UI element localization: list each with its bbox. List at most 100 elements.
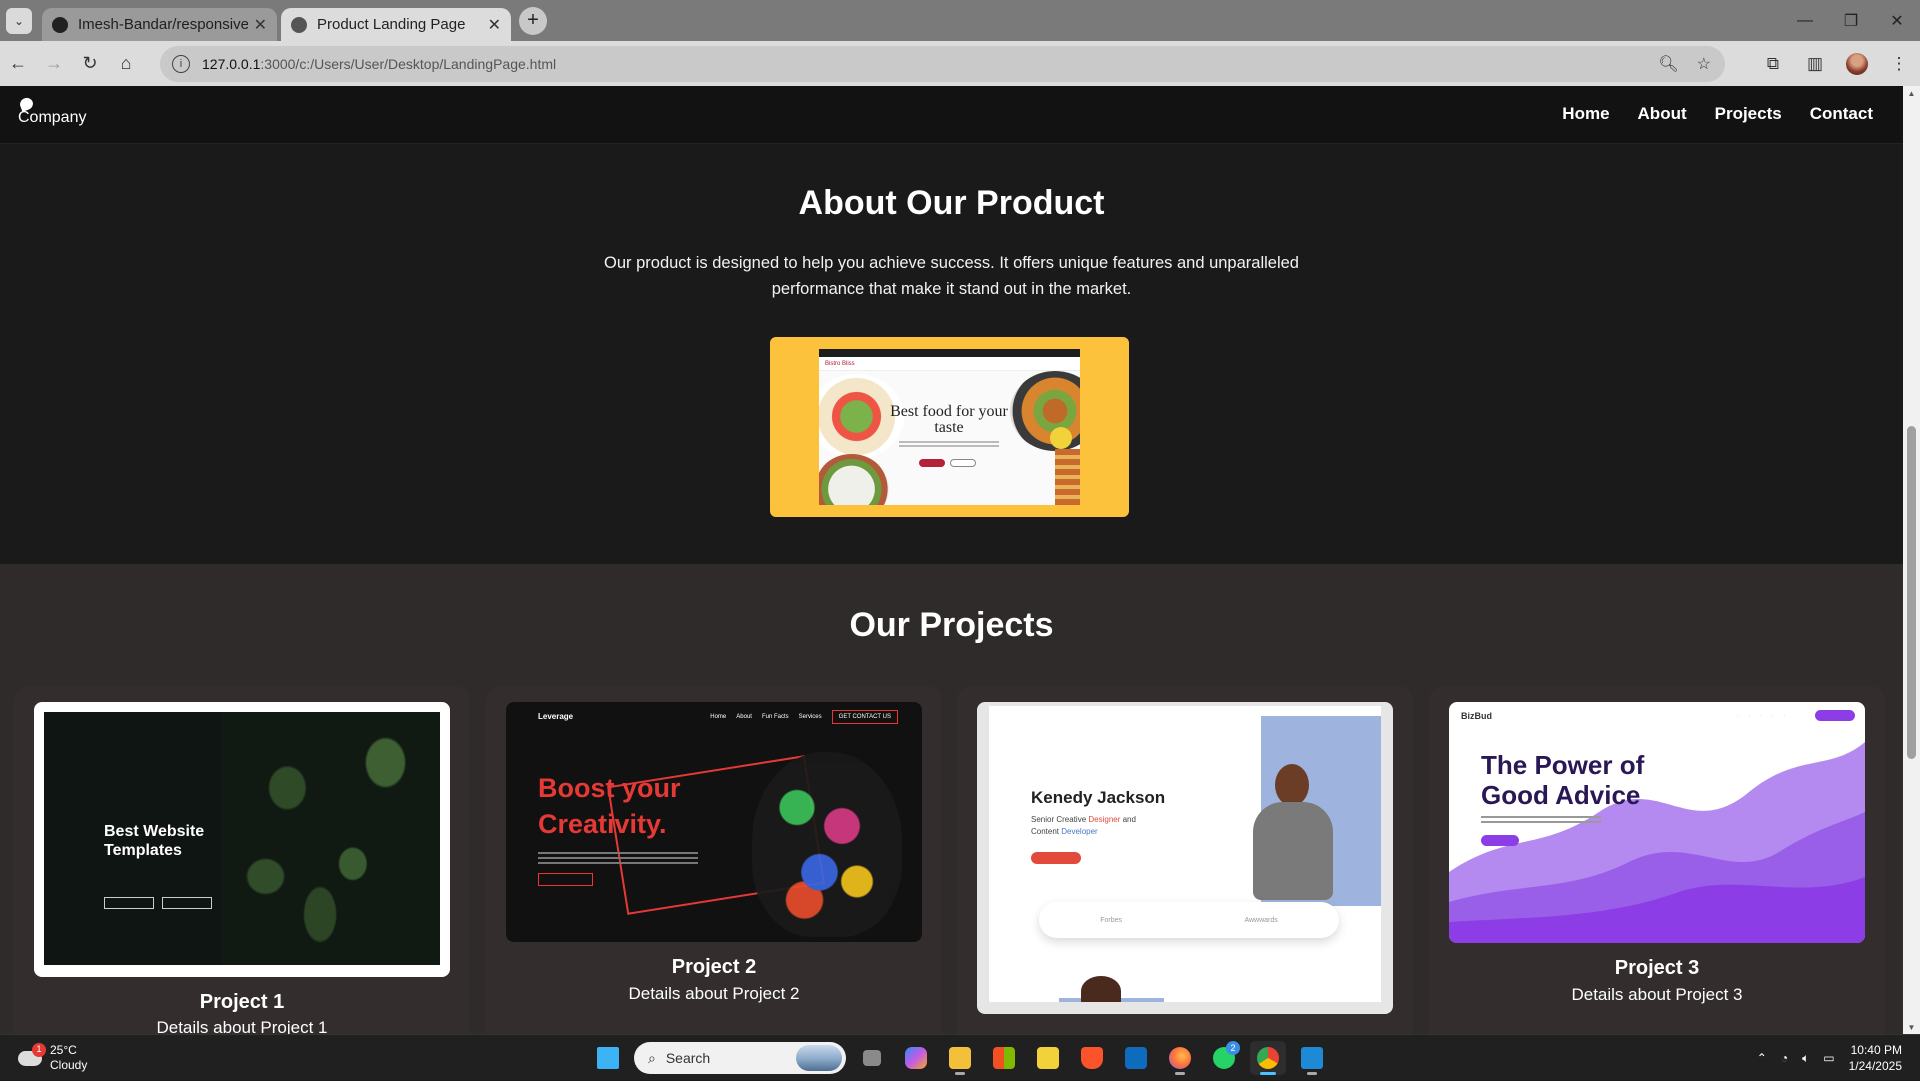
weather-temp: 25°C (50, 1043, 77, 1057)
notification-badge: 1 (32, 1042, 46, 1057)
nav-about[interactable]: About (1638, 104, 1687, 124)
project-details: Details about Project 3 (1571, 985, 1743, 1004)
task-view-icon[interactable] (854, 1041, 890, 1075)
back-icon[interactable]: ← (0, 46, 36, 82)
sticky-notes-icon[interactable] (1030, 1041, 1066, 1075)
file-explorer-icon[interactable] (942, 1041, 978, 1075)
globe-icon (291, 16, 307, 33)
company-logo[interactable]: Company (18, 96, 87, 126)
battery-icon[interactable]: ▭ (1823, 1051, 1834, 1065)
outlook-icon[interactable] (1118, 1041, 1154, 1075)
thumb-brand: BizBud (1461, 711, 1492, 721)
side-panel-icon[interactable]: ▥ (1794, 54, 1836, 74)
whatsapp-icon[interactable]: 2 (1206, 1041, 1242, 1075)
nav-projects[interactable]: Projects (1715, 104, 1782, 124)
project-thumbnail: Best Website Templates (34, 702, 450, 977)
brave-browser-icon[interactable] (1074, 1041, 1110, 1075)
nav-home[interactable]: Home (1562, 104, 1609, 124)
notification-badge: 2 (1226, 1041, 1240, 1055)
about-section: About Our Product Our product is designe… (0, 144, 1903, 564)
thumb-menu-item: Fun Facts (761, 714, 789, 720)
weather-widget[interactable]: 1 25°C Cloudy (18, 1042, 88, 1073)
window-controls: — ❐ ✕ (1782, 0, 1920, 41)
taskbar-apps: ⌕ Search 2 (590, 1041, 1330, 1075)
about-title: About Our Product (798, 184, 1105, 222)
thumb-menu-item: Home (710, 714, 727, 720)
thumb-headline: Boost your Creativity. (538, 773, 681, 839)
about-description: Our product is designed to help you achi… (604, 254, 1299, 298)
forward-icon[interactable]: → (36, 46, 72, 82)
wifi-icon[interactable]: ◔ (1781, 1051, 1788, 1065)
nav-contact[interactable]: Contact (1810, 104, 1873, 124)
close-window-icon[interactable]: ✕ (1874, 0, 1920, 41)
clock[interactable]: 10:40 PM 1/24/2025 (1849, 1042, 1902, 1074)
reload-icon[interactable]: ↻ (72, 46, 108, 82)
tab-search-button[interactable]: ⌄ (6, 7, 32, 34)
vscode-icon[interactable] (1294, 1041, 1330, 1075)
new-tab-button[interactable]: + (519, 6, 547, 35)
project-details: Details about Project 2 (628, 984, 800, 1003)
project-thumbnail: Kenedy Jackson Senior Creative Designer … (977, 702, 1393, 1014)
profile-avatar[interactable] (1836, 52, 1878, 75)
project-name: Project 3 (1614, 957, 1700, 979)
bookmark-star-icon[interactable]: ☆ (1697, 54, 1711, 74)
thumb-cta: GET CONTACT US (831, 710, 898, 724)
projects-section: Our Projects Best Website Templates Proj… (0, 564, 1903, 1034)
projects-title: Our Projects (849, 606, 1054, 644)
scrollbar-thumb[interactable] (1907, 426, 1916, 759)
restore-icon[interactable]: ❐ (1828, 0, 1874, 41)
firefox-icon[interactable] (1162, 1041, 1198, 1075)
scroll-up-icon[interactable]: ▲ (1903, 86, 1920, 100)
scroll-down-icon[interactable]: ▼ (1903, 1020, 1920, 1034)
product-image-card: Bistro Bliss Best food for your taste (770, 337, 1129, 517)
tab-landing-page[interactable]: Product Landing Page ✕ (281, 8, 511, 41)
browser-toolbar: ← → ↻ ⌂ i 127.0.0.1:3000/c:/Users/User/D… (0, 41, 1920, 86)
mock-headline: Best food for your taste (890, 403, 1008, 436)
project-thumbnail: Leverage Home About Fun Facts Services G… (506, 702, 922, 942)
thumb-name: Kenedy Jackson (1031, 788, 1166, 807)
windows-taskbar: 1 25°C Cloudy ⌕ Search 2 ⌃ ◔ 🔈︎ ▭ 10:40 … (0, 1034, 1920, 1080)
windows-start-icon[interactable] (590, 1041, 626, 1075)
address-bar[interactable]: i 127.0.0.1:3000/c:/Users/User/Desktop/L… (160, 46, 1725, 82)
page-scrollbar[interactable]: ▲ ▼ (1903, 86, 1920, 1034)
thumb-brand: Leverage (538, 712, 574, 721)
product-screenshot: Bistro Bliss Best food for your taste (819, 349, 1080, 505)
project-thumbnail: BizBud · · · · · The Power of Good Advice (1449, 702, 1865, 943)
thumb-role: Senior Creative Designer and Content Deve… (1031, 815, 1136, 836)
project-card[interactable]: Kenedy Jackson Senior Creative Designer … (957, 686, 1413, 1034)
project-card[interactable]: BizBud · · · · · The Power of Good Advice Pr… (1429, 686, 1885, 1034)
mock-brand: Bistro Bliss (825, 360, 855, 367)
zoom-icon[interactable]: 🔍︎ (1658, 54, 1678, 74)
show-hidden-icons-chevron-icon[interactable]: ⌃ (1757, 1051, 1767, 1065)
menu-kebab-icon[interactable]: ⋮ (1878, 54, 1920, 74)
site-header: Company Home About Projects Contact (0, 86, 1903, 144)
url-path: :3000/c:/Users/User/Desktop/LandingPage.… (260, 56, 557, 72)
project-name: Project 2 (671, 956, 757, 978)
clock-date: 1/24/2025 (1848, 1059, 1902, 1073)
extensions-icon[interactable]: ⧉ (1752, 54, 1794, 74)
clock-time: 10:40 PM (1850, 1043, 1902, 1057)
site-info-icon[interactable]: i (172, 55, 190, 73)
home-icon[interactable]: ⌂ (108, 46, 144, 82)
project-card[interactable]: Best Website Templates Project 1 Details… (14, 686, 470, 1034)
tab-title: Product Landing Page (317, 16, 466, 33)
chrome-icon[interactable] (1250, 1041, 1286, 1075)
thumb-logo-strip: Forbes Awwwards (1039, 902, 1339, 938)
minimize-icon[interactable]: — (1782, 0, 1828, 41)
thumb-headline: Best Website Templates (104, 823, 205, 859)
logo-text: Company (18, 109, 87, 126)
search-placeholder: Search (665, 1050, 711, 1066)
microsoft-store-icon[interactable] (986, 1041, 1022, 1075)
close-tab-icon[interactable]: ✕ (254, 15, 267, 35)
tab-github[interactable]: Imesh-Bandar/responsive-web ✕ (42, 8, 277, 41)
project-card[interactable]: Leverage Home About Fun Facts Services G… (486, 686, 942, 1034)
weather-desc: Cloudy (50, 1058, 88, 1072)
close-tab-icon[interactable]: ✕ (488, 15, 501, 35)
page-viewport: Company Home About Projects Contact Abou… (0, 86, 1903, 1034)
taskbar-search[interactable]: ⌕ Search (634, 1042, 846, 1074)
url-host: 127.0.0.1 (202, 56, 261, 72)
tab-title: Imesh-Bandar/responsive-web (78, 16, 248, 33)
copilot-icon[interactable] (898, 1041, 934, 1075)
project-name: Project 1 (199, 991, 285, 1013)
volume-icon[interactable]: 🔈︎ (1802, 1051, 1809, 1066)
